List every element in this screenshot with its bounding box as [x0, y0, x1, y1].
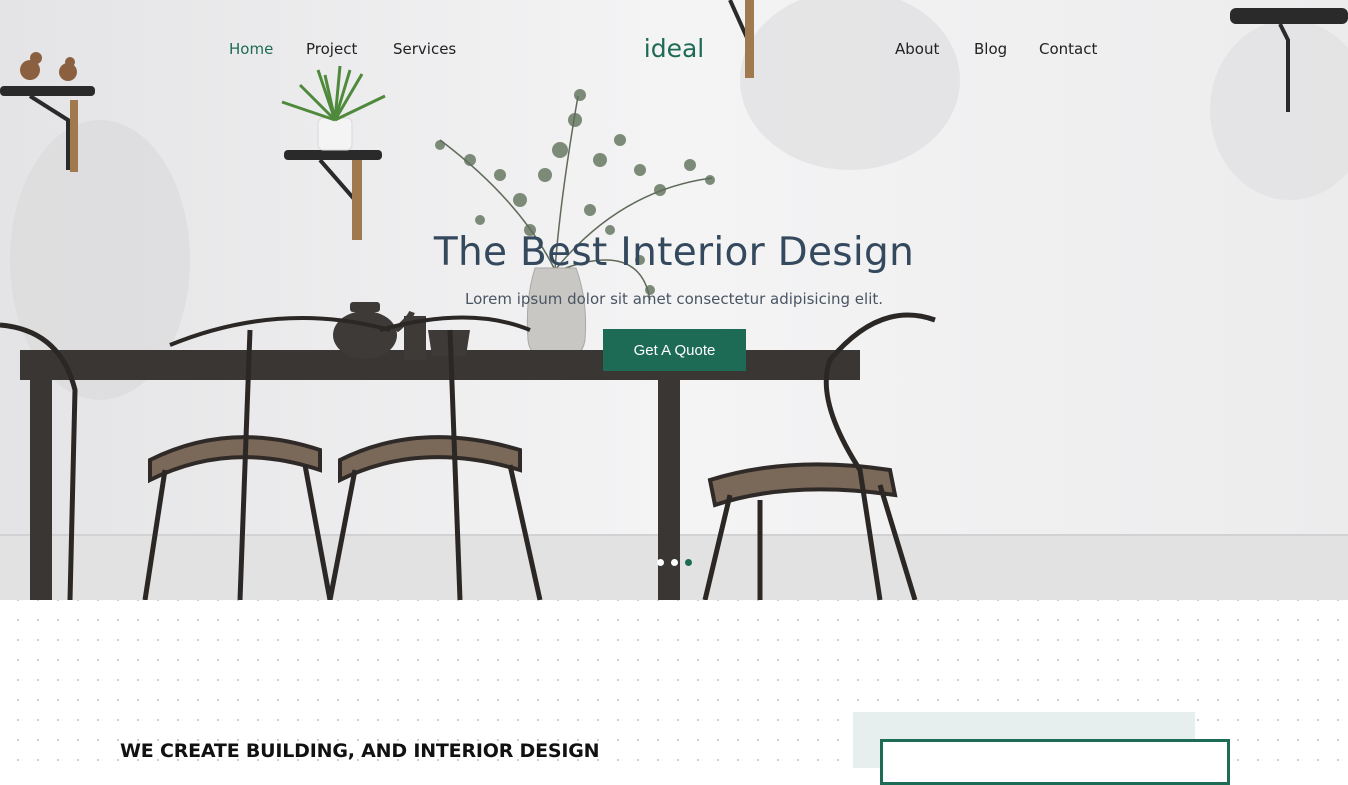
hero-section: Home Project Services ideal About Blog C…	[0, 0, 1348, 600]
get-a-quote-button[interactable]: Get A Quote	[603, 329, 746, 371]
hero-subtitle: Lorem ipsum dolor sit amet consectetur a…	[464, 290, 884, 308]
carousel-dot-3[interactable]	[685, 559, 692, 566]
carousel-indicators	[657, 559, 692, 566]
about-image-frame	[880, 739, 1230, 785]
carousel-dot-1[interactable]	[657, 559, 664, 566]
nav-project-link[interactable]: Project	[306, 38, 357, 60]
about-heading: WE CREATE BUILDING, AND INTERIOR DESIGN	[120, 740, 600, 762]
nav-home-link[interactable]: Home	[229, 38, 273, 60]
site-logo[interactable]: ideal	[636, 32, 712, 66]
carousel-dot-2[interactable]	[671, 559, 678, 566]
nav-blog-link[interactable]: Blog	[974, 38, 1007, 60]
nav-about-link[interactable]: About	[895, 38, 939, 60]
hero-title: The Best Interior Design	[433, 230, 915, 275]
nav-services-link[interactable]: Services	[393, 38, 456, 60]
nav-contact-link[interactable]: Contact	[1039, 38, 1097, 60]
